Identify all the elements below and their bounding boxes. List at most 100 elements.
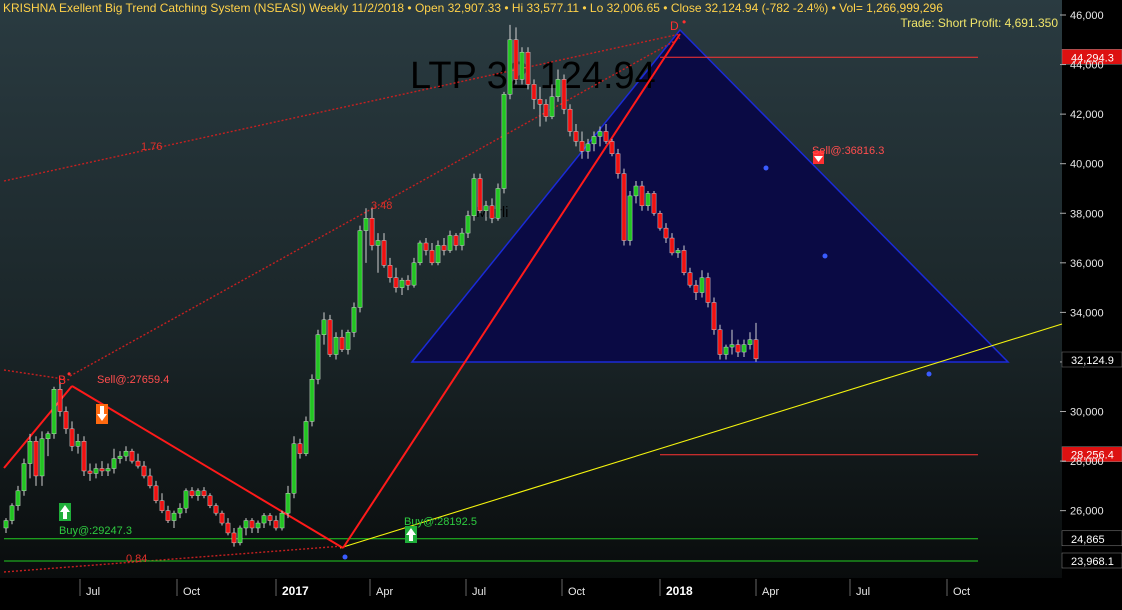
candle-body-105 xyxy=(633,185,639,197)
candle-body-8 xyxy=(51,389,57,435)
candle-body-79 xyxy=(477,178,483,211)
candle-117 xyxy=(705,272,711,308)
candle-body-50 xyxy=(303,421,309,454)
candle-94 xyxy=(567,104,573,137)
candle-body-118 xyxy=(711,302,717,330)
candle-3 xyxy=(21,458,27,496)
candle-body-28 xyxy=(171,512,177,521)
candle-body-65 xyxy=(393,277,399,288)
candle-body-91 xyxy=(549,96,555,117)
candle-body-60 xyxy=(363,218,369,231)
candle-body-44 xyxy=(267,515,273,521)
sell-label-2: Sell@:36816.3 xyxy=(812,145,884,157)
current-price-label: 32,124.9 xyxy=(1071,355,1114,367)
candle-body-54 xyxy=(327,319,333,355)
candle-body-125 xyxy=(753,339,759,360)
x-axis-band xyxy=(0,578,1062,610)
x-tick-label-1: Oct xyxy=(183,586,200,598)
pivot-dot-1 xyxy=(342,554,348,560)
candle-body-5 xyxy=(33,441,39,477)
candle-body-67 xyxy=(405,279,411,286)
candle-59 xyxy=(357,225,363,313)
candle-body-49 xyxy=(297,443,303,454)
y-tick-label-10: 46,000 xyxy=(1070,10,1104,22)
candle-body-88 xyxy=(531,84,537,100)
candle-82 xyxy=(495,183,501,221)
candle-body-117 xyxy=(705,277,711,303)
candle-body-7 xyxy=(45,433,51,439)
candle-13 xyxy=(81,436,87,476)
y-tick-label-6: 38,000 xyxy=(1070,208,1104,220)
candle-body-69 xyxy=(417,242,423,264)
candle-body-32 xyxy=(195,490,201,496)
candle-body-102 xyxy=(615,153,621,174)
candle-body-59 xyxy=(357,230,363,308)
candle-body-63 xyxy=(381,240,387,266)
buy-label-1: Buy@:29247.3 xyxy=(59,525,132,537)
candle-body-70 xyxy=(423,242,429,251)
y-tick-label-4: 34,000 xyxy=(1070,307,1104,319)
candle-body-24 xyxy=(147,475,153,487)
candle-body-98 xyxy=(591,136,597,145)
candle-body-77 xyxy=(465,215,471,234)
candle-body-110 xyxy=(663,227,669,239)
candle-body-115 xyxy=(693,284,699,293)
candle-body-124 xyxy=(747,339,753,345)
candle-body-11 xyxy=(69,428,75,447)
candle-body-37 xyxy=(225,522,231,534)
buy-arrow-2-shaft xyxy=(409,535,413,541)
candle-104 xyxy=(627,190,633,246)
candle-body-90 xyxy=(543,104,549,117)
fib-label-1: 1.76 xyxy=(141,141,162,153)
y-tick-label-2: 30,000 xyxy=(1070,407,1104,419)
pattern-point-d-marker: • xyxy=(682,15,686,29)
x-tick-label-5: Oct xyxy=(568,586,585,598)
candle-body-2 xyxy=(15,490,21,506)
candle-body-12 xyxy=(75,441,81,447)
candle-body-72 xyxy=(435,245,441,264)
candle-body-14 xyxy=(87,470,93,474)
candle-body-74 xyxy=(447,235,453,251)
candle-101 xyxy=(609,138,615,157)
candle-body-73 xyxy=(441,245,447,251)
candle-109 xyxy=(657,210,663,231)
candle-body-80 xyxy=(483,205,489,211)
x-tick-label-4: Jul xyxy=(472,586,486,598)
candle-118 xyxy=(711,297,717,335)
y-tick-label-1: 28,000 xyxy=(1070,456,1104,468)
candle-body-120 xyxy=(723,346,729,355)
candle-body-111 xyxy=(669,237,675,254)
candle-body-42 xyxy=(255,522,261,529)
candle-body-29 xyxy=(177,507,183,514)
y-tick-label-8: 42,000 xyxy=(1070,109,1104,121)
candle-body-6 xyxy=(39,438,45,477)
candle-body-107 xyxy=(645,193,651,207)
candle-body-55 xyxy=(333,336,339,355)
candle-body-52 xyxy=(315,334,321,380)
candle-body-84 xyxy=(507,39,513,95)
candle-39 xyxy=(237,525,243,546)
pattern-point-d-label: D xyxy=(670,19,679,33)
candle-body-48 xyxy=(291,443,297,494)
weekly-candlestick-chart: LTP 32,124.94 Murli 44,294.328,256.424,8… xyxy=(0,0,1122,610)
candle-body-97 xyxy=(585,143,591,152)
candle-body-47 xyxy=(285,493,291,514)
candle-body-104 xyxy=(627,195,633,241)
candle-body-103 xyxy=(621,173,627,241)
candle-body-1 xyxy=(9,505,15,521)
candle-body-83 xyxy=(501,94,507,189)
candle-body-75 xyxy=(453,235,459,246)
candle-body-101 xyxy=(609,141,615,154)
candle-body-51 xyxy=(309,379,315,422)
y-tick-label-7: 40,000 xyxy=(1070,159,1104,171)
candle-69 xyxy=(417,240,423,266)
candle-body-41 xyxy=(249,520,255,529)
x-tick-label-2: 2017 xyxy=(282,584,309,598)
candle-body-10 xyxy=(63,411,69,430)
candle-body-15 xyxy=(93,468,99,474)
candle-103 xyxy=(621,168,627,246)
candle-body-43 xyxy=(261,515,267,524)
candle-body-95 xyxy=(573,131,579,142)
candle-body-36 xyxy=(219,512,225,524)
candle-body-31 xyxy=(189,490,195,496)
